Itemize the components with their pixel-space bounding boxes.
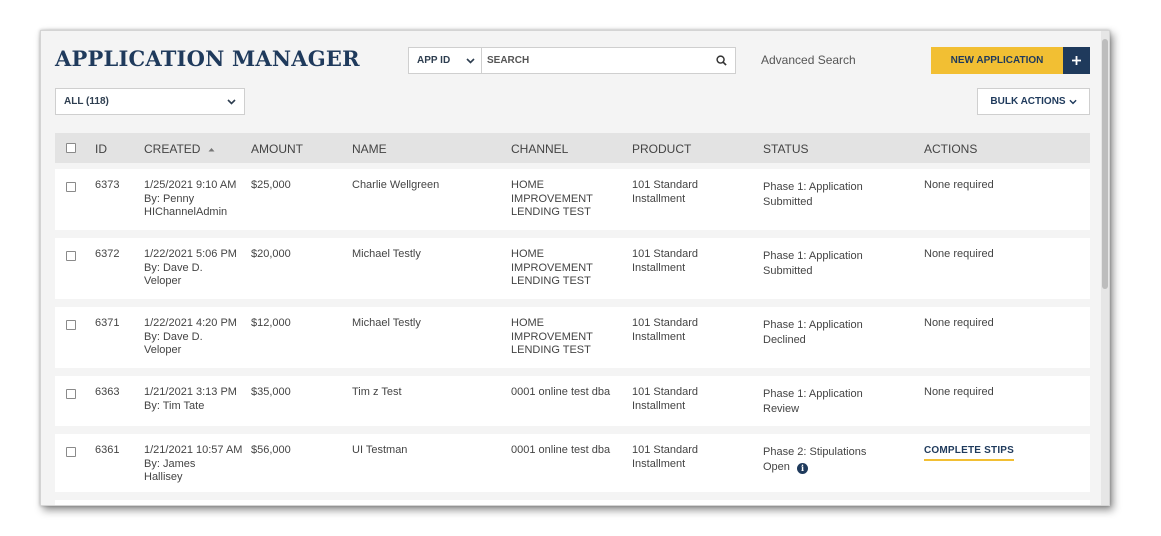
row-created: 1/22/2021 5:06 PM By: Dave D. Veloper <box>144 248 237 289</box>
row-checkbox[interactable] <box>66 447 76 457</box>
column-header-product[interactable]: PRODUCT <box>632 142 691 156</box>
search-icon[interactable] <box>716 55 727 66</box>
row-id[interactable]: 6361 <box>95 444 119 458</box>
row-amount: $12,000 <box>251 317 291 329</box>
row-checkbox[interactable] <box>66 182 76 192</box>
column-header-channel[interactable]: CHANNEL <box>511 142 568 156</box>
search-field[interactable] <box>481 47 736 74</box>
row-product: 101 Standard Installment <box>632 317 699 343</box>
row-created-date: 1/21/2021 3:13 PM <box>144 386 237 398</box>
row-action: None required <box>924 317 994 329</box>
table-row[interactable]: 6363 1/21/2021 3:13 PM By: Tim Tate $35,… <box>55 376 1090 426</box>
row-status: Phase 1: Application Review <box>763 388 863 415</box>
row-channel: HOME IMPROVEMENT LENDING TEST <box>511 317 593 356</box>
row-amount: $35,000 <box>251 386 291 398</box>
scrollbar-thumb[interactable] <box>1102 39 1108 289</box>
row-name: Michael Testly <box>352 317 421 329</box>
search-type-select[interactable]: APP ID <box>408 47 482 74</box>
row-checkbox[interactable] <box>66 389 76 399</box>
row-created: 1/21/2021 3:13 PM By: Tim Tate <box>144 386 237 413</box>
column-header-name[interactable]: NAME <box>352 142 387 156</box>
add-button[interactable] <box>1063 47 1090 74</box>
row-channel: HOME IMPROVEMENT LENDING TEST <box>511 179 593 218</box>
row-name: UI Testman <box>352 444 408 456</box>
vertical-scrollbar[interactable] <box>1101 31 1109 505</box>
row-action: None required <box>924 248 994 260</box>
app-window: APPLICATION MANAGER APP ID Advanced Sear… <box>40 30 1110 506</box>
row-id[interactable]: 6372 <box>95 248 119 262</box>
select-all-checkbox[interactable] <box>66 143 76 153</box>
row-created: 1/22/2021 4:20 PM By: Dave D. Veloper <box>144 317 237 358</box>
row-created-by: By: Dave D. Veloper <box>144 330 203 357</box>
row-product: 101 Standard Installment <box>632 179 699 205</box>
new-application-button[interactable]: NEW APPLICATION <box>931 47 1063 74</box>
row-id[interactable]: 6373 <box>95 179 119 193</box>
row-created-date: 1/25/2021 9:10 AM <box>144 179 237 191</box>
table-row[interactable]: 6372 1/22/2021 5:06 PM By: Dave D. Velop… <box>55 238 1090 299</box>
search-input[interactable] <box>487 55 697 66</box>
row-status: Phase 1: Application Submitted <box>763 181 863 208</box>
row-action: None required <box>924 179 994 191</box>
row-action: None required <box>924 386 994 398</box>
row-checkbox[interactable] <box>66 320 76 330</box>
table-row[interactable]: 6371 1/22/2021 4:20 PM By: Dave D. Velop… <box>55 307 1090 368</box>
row-name: Charlie Wellgreen <box>352 179 440 191</box>
table-row[interactable] <box>55 500 1090 505</box>
row-created: 1/25/2021 9:10 AM By: Penny HIChannelAdm… <box>144 179 236 220</box>
advanced-search-link[interactable]: Advanced Search <box>761 53 856 67</box>
row-product: 101 Standard Installment <box>632 444 699 470</box>
row-channel: HOME IMPROVEMENT LENDING TEST <box>511 248 593 287</box>
complete-stips-link[interactable]: COMPLETE STIPS <box>924 444 1015 461</box>
row-created-by: By: Penny HIChannelAdmin <box>144 192 228 219</box>
row-created-by: By: Tim Tate <box>144 399 205 412</box>
column-header-id[interactable]: ID <box>95 142 107 156</box>
page-title: APPLICATION MANAGER <box>55 46 360 71</box>
row-created-date: 1/22/2021 4:20 PM <box>144 317 237 329</box>
search-type-value: APP ID <box>417 55 451 66</box>
row-channel: 0001 online test dba <box>511 386 611 398</box>
sort-ascending-icon <box>208 148 215 152</box>
chevron-down-icon <box>466 57 475 64</box>
row-status: Phase 2: Stipulations Open i <box>763 445 866 475</box>
chevron-down-icon <box>1068 99 1077 104</box>
info-icon[interactable]: i <box>796 463 808 474</box>
row-status-line2-text: Open <box>763 461 790 473</box>
bulk-actions-button[interactable]: BULK ACTIONS <box>977 88 1090 115</box>
column-header-status[interactable]: STATUS <box>763 142 809 156</box>
row-created: 1/21/2021 10:57 AM By: James Hallisey <box>144 444 242 485</box>
row-channel: 0001 online test dba <box>511 444 611 456</box>
row-amount: $56,000 <box>251 444 291 456</box>
row-created-date: 1/21/2021 10:57 AM <box>144 444 243 456</box>
row-name: Michael Testly <box>352 248 421 260</box>
row-status-line1: Phase 2: Stipulations <box>763 446 867 458</box>
row-product: 101 Standard Installment <box>632 386 699 412</box>
table-row[interactable]: 6361 1/21/2021 10:57 AM By: James Hallis… <box>55 434 1090 492</box>
row-created-date: 1/22/2021 5:06 PM <box>144 248 237 260</box>
column-header-created[interactable]: CREATED <box>144 142 215 156</box>
column-header-created-label: CREATED <box>144 142 201 156</box>
row-amount: $25,000 <box>251 179 291 191</box>
column-header-actions: ACTIONS <box>924 142 978 156</box>
row-created-by: By: Dave D. Veloper <box>144 261 203 288</box>
row-checkbox[interactable] <box>66 251 76 261</box>
chevron-down-icon <box>227 98 236 105</box>
row-name: Tim z Test <box>352 386 402 398</box>
plus-icon <box>1072 56 1081 65</box>
table-header: ID CREATED AMOUNT NAME CHANNEL PRODUCT S… <box>55 133 1090 163</box>
bulk-actions-label: BULK ACTIONS <box>990 96 1066 107</box>
row-id[interactable]: 6371 <box>95 317 119 331</box>
row-status: Phase 1: Application Declined <box>763 319 863 346</box>
row-id[interactable]: 6363 <box>95 386 119 400</box>
filter-value: ALL (118) <box>64 96 109 107</box>
row-status: Phase 1: Application Submitted <box>763 250 863 277</box>
row-status-line2: Open i <box>763 460 866 475</box>
column-header-amount[interactable]: AMOUNT <box>251 142 303 156</box>
row-product: 101 Standard Installment <box>632 248 699 274</box>
status-filter-select[interactable]: ALL (118) <box>55 88 245 115</box>
row-created-by: By: James Hallisey <box>144 457 196 484</box>
row-amount: $20,000 <box>251 248 291 260</box>
table-row[interactable]: 6373 1/25/2021 9:10 AM By: Penny HIChann… <box>55 169 1090 230</box>
